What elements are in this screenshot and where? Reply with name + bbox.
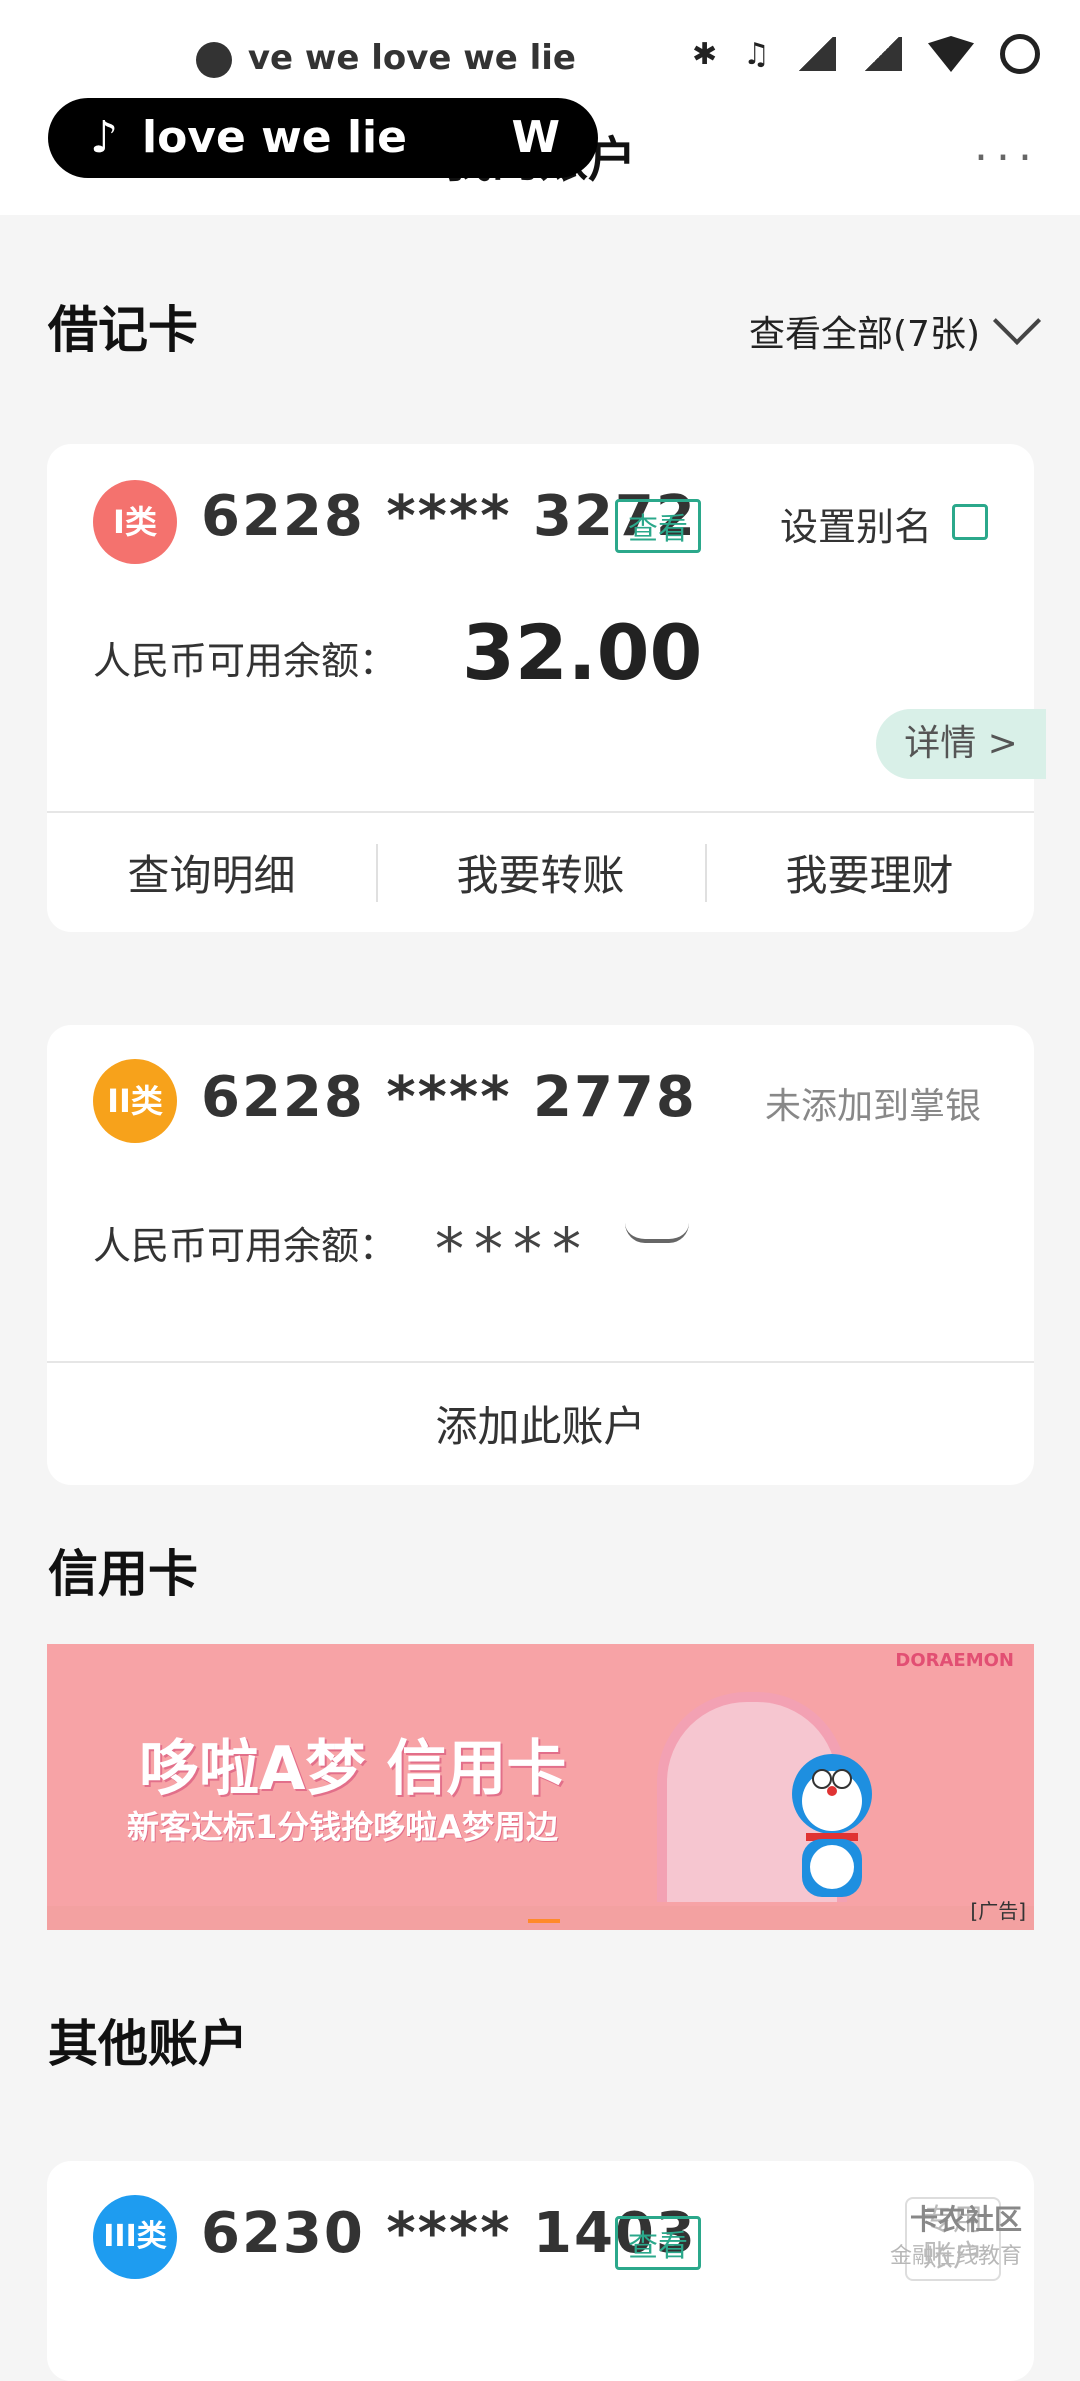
balance-label: 人民币可用余额： (93, 639, 398, 683)
card-number: 6228 **** 2778 (201, 1065, 697, 1130)
carousel-indicator (528, 1919, 560, 1923)
view-number-button[interactable]: 查看 (615, 499, 701, 553)
debit-section-title: 借记卡 (48, 301, 198, 359)
bluetooth-icon: ✱ (691, 36, 718, 72)
status-media-text: ve we love we lie (196, 38, 576, 78)
balance-label: 人民币可用余额： (93, 1224, 398, 1268)
chevron-down-icon[interactable] (992, 296, 1042, 346)
debit-card-2: II类 6228 **** 2778 未添加到掌银 人民币可用余额： **** … (47, 1025, 1034, 1485)
card-divider (47, 811, 1034, 813)
signal-icon-2 (862, 37, 902, 71)
media-title: ve we love we lie (247, 38, 576, 78)
wealth-management-button[interactable]: 我要理财 (705, 842, 1034, 903)
watermark-line1: 卡农社区 (909, 2203, 1022, 2236)
globe-icon (196, 41, 232, 78)
banner-title: 哆啦A梦 信用卡 (139, 1734, 567, 1804)
set-alias-button[interactable]: 设置别名 (780, 496, 932, 551)
query-details-button[interactable]: 查询明细 (47, 842, 376, 903)
credit-card-banner[interactable]: 哆啦A梦 信用卡 新客达标1分钱抢哆啦A梦周边 DORAEMON [广告] (47, 1644, 1034, 1930)
debit-card-1: I类 6228 **** 3272 查看 设置别名 人民币可用余额： 32.00… (47, 444, 1046, 932)
doraemon-illustration (792, 1754, 872, 1897)
card-type-badge: I类 (93, 480, 177, 564)
add-account-button[interactable]: 添加此账户 (47, 1393, 1034, 1454)
other-accounts-title: 其他账户 (48, 2015, 248, 2073)
status-icons: ✱ ♫ (692, 34, 1040, 74)
banner-stripe (47, 1906, 1034, 1930)
transfer-button[interactable]: 我要转账 (376, 842, 705, 903)
edit-icon[interactable] (952, 504, 988, 540)
more-icon: ... (974, 120, 1040, 171)
music-pill-tail: W (511, 112, 560, 163)
status-ring-icon (1000, 34, 1040, 74)
eye-closed-icon[interactable] (625, 1223, 689, 1243)
music-floating-pill[interactable]: ♪ love we lie W (48, 98, 598, 178)
credit-section-title: 信用卡 (48, 1545, 198, 1603)
not-added-status: 未添加到掌银 (765, 1086, 982, 1127)
music-note-icon: ♪ (90, 112, 119, 163)
more-options-button[interactable]: ... (974, 120, 1040, 171)
watermark: 卡农社区 金融在线教育 (890, 2198, 1022, 2270)
view-all-link[interactable]: 查看全部(7张) (749, 305, 980, 357)
other-account-card: III类 6230 **** 1403 查看 专用账户 (47, 2161, 1034, 2381)
masked-balance: **** (435, 1215, 591, 1283)
card-type-badge: II类 (93, 1059, 177, 1143)
card-type-badge: III类 (93, 2195, 177, 2279)
watermark-line2: 金融在线教育 (889, 2244, 1022, 2269)
card-divider (47, 1361, 1034, 1363)
wifi-icon (928, 36, 974, 72)
doraemon-logo: DORAEMON (895, 1650, 1014, 1671)
signal-icon-1 (796, 37, 836, 71)
music-pill-text: love we lie (142, 112, 407, 163)
ad-tag: [广告] (970, 1899, 1026, 1923)
view-number-button[interactable]: 查看 (615, 2216, 701, 2270)
banner-subtitle: 新客达标1分钱抢哆啦A梦周边 (127, 1808, 559, 1846)
detail-button[interactable]: 详情 > (876, 709, 1046, 779)
earbuds-icon: ♫ (743, 36, 770, 72)
balance-value: 32.00 (462, 608, 703, 697)
